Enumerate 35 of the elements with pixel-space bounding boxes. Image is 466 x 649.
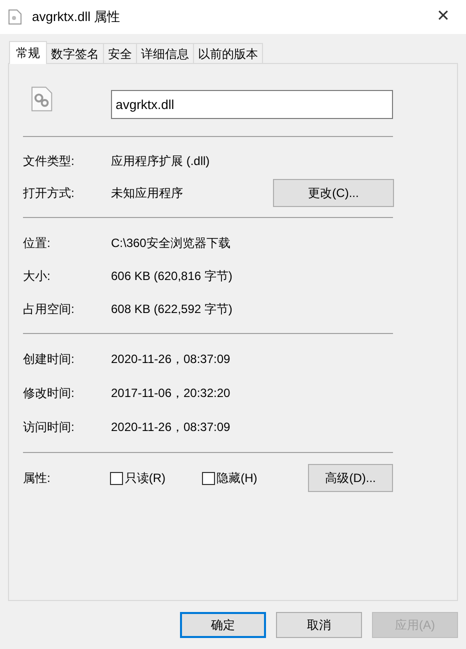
field-value: C:\360安全浏览器下载 (111, 234, 232, 252)
ok-button[interactable]: 确定 (180, 612, 266, 638)
field-label: 属性: (23, 470, 52, 487)
field-value: 未知应用程序 (111, 185, 184, 202)
checkbox-label[interactable]: 只读(R) (124, 469, 166, 487)
field-label: 文件类型: (23, 153, 76, 170)
tab[interactable]: 数字签名 (46, 43, 104, 63)
change-button[interactable]: 更改(C)... (273, 179, 394, 207)
checkbox[interactable] (202, 472, 215, 484)
advanced-button[interactable]: 高级(D)... (308, 464, 393, 492)
field-value: 应用程序扩展 (.dll) (111, 153, 211, 170)
field-label: 访问时间: (23, 419, 76, 436)
checkbox[interactable] (110, 472, 123, 484)
cancel-button[interactable]: 取消 (276, 612, 362, 638)
field-value: 606 KB (620,816 字节) (111, 268, 234, 284)
field-label: 创建时间: (23, 351, 76, 368)
field-value: 2020-11-26，08:37:09 (111, 419, 232, 436)
window-title: avgrktx.dll 属性 (32, 8, 120, 26)
tab[interactable]: 详细信息 (136, 43, 194, 63)
file-name-field[interactable]: avgrktx.dll (110, 90, 393, 119)
field-label: 位置: (23, 234, 52, 252)
field-label: 大小: (23, 268, 52, 284)
field-label: 占用空间: (23, 300, 76, 318)
field-label: 修改时间: (23, 385, 76, 402)
field-label: 打开方式: (23, 185, 76, 202)
tab[interactable]: 常规 (9, 41, 47, 64)
field-value: 2020-11-26，08:37:09 (111, 351, 232, 368)
field-value: 608 KB (622,592 字节) (111, 300, 234, 318)
field-value: 2017-11-06，20:32:20 (111, 385, 232, 402)
close-button[interactable]: ✕ (420, 5, 466, 29)
checkbox-label[interactable]: 隐藏(H) (216, 469, 258, 487)
tab[interactable]: 以前的版本 (193, 43, 263, 63)
file-icon (8, 9, 22, 25)
tab[interactable]: 安全 (103, 43, 137, 63)
settings-file-icon (31, 86, 53, 112)
